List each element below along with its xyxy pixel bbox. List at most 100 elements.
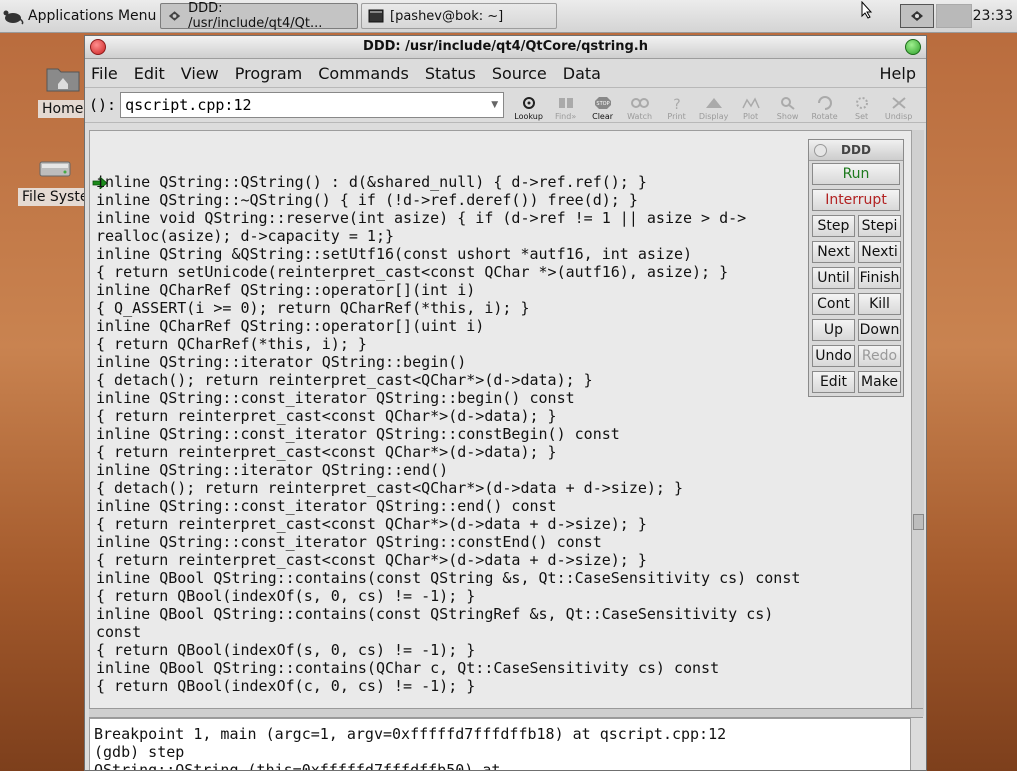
source-line[interactable]: { return QBool(indexOf(c, 0, cs) != -1);…	[96, 677, 800, 695]
stepi-button[interactable]: Stepi	[858, 215, 901, 237]
source-line[interactable]: { return reinterpret_cast<const QChar*>(…	[96, 407, 800, 425]
edit-button[interactable]: Edit	[812, 371, 855, 393]
tool-label: Rotate	[811, 112, 838, 121]
next-button[interactable]: Next	[812, 241, 855, 263]
source-line[interactable]: inline QBool QString::contains(const QSt…	[96, 605, 800, 623]
undo-button[interactable]: Undo	[812, 345, 855, 367]
source-line[interactable]: { return reinterpret_cast<const QChar*>(…	[96, 551, 800, 569]
workspace-2[interactable]	[936, 4, 972, 28]
tool-label: Plot	[743, 112, 759, 121]
source-window[interactable]: inline QString::QString() : d(&shared_nu…	[89, 130, 913, 718]
source-line[interactable]: inline QString::const_iterator QString::…	[96, 425, 800, 443]
chevron-down-icon[interactable]: ▼	[491, 100, 503, 110]
show-button[interactable]: Show	[769, 89, 806, 121]
display-button[interactable]: Display	[695, 89, 732, 121]
clear-icon: STOP	[594, 97, 611, 109]
source-line[interactable]: inline void QString::reserve(int asize) …	[96, 209, 800, 227]
rotate-icon	[817, 96, 832, 110]
finish-button[interactable]: Finish	[858, 267, 901, 289]
menu-data[interactable]: Data	[563, 64, 601, 83]
watch-icon	[630, 98, 649, 108]
source-scrollbar[interactable]	[911, 130, 924, 716]
command-tool-title: DDD	[841, 143, 871, 157]
menu-edit[interactable]: Edit	[134, 64, 165, 83]
menu-help[interactable]: Help	[880, 64, 916, 83]
menu-status[interactable]: Status	[425, 64, 476, 83]
desktop-icon-filesystem[interactable]: File Syste	[18, 156, 93, 206]
clear-button[interactable]: STOP Clear	[584, 89, 621, 121]
source-line[interactable]: inline QString::iterator QString::end()	[96, 461, 800, 479]
argument-input[interactable]	[121, 95, 492, 115]
desktop-icon-home[interactable]: Home	[38, 64, 88, 118]
menu-source[interactable]: Source	[492, 64, 547, 83]
console-line: (gdb) step	[94, 743, 185, 761]
up-button[interactable]: Up	[812, 319, 855, 341]
make-button[interactable]: Make	[858, 371, 901, 393]
source-line[interactable]: inline QString::const_iterator QString::…	[96, 533, 800, 551]
ddd-app-icon	[911, 11, 923, 21]
source-line[interactable]: inline QString::~QString() { if (!d->ref…	[96, 191, 800, 209]
source-line[interactable]: { return setUnicode(reinterpret_cast<con…	[96, 263, 800, 281]
menu-file[interactable]: File	[91, 64, 118, 83]
source-line[interactable]: const	[96, 623, 800, 641]
source-line[interactable]: { detach(); return reinterpret_cast<QCha…	[96, 371, 800, 389]
source-line[interactable]: inline QBool QString::contains(const QSt…	[96, 569, 800, 587]
close-window-button[interactable]	[90, 39, 106, 55]
redo-button[interactable]: Redo	[858, 345, 901, 367]
source-line[interactable]: { return reinterpret_cast<const QChar*>(…	[96, 515, 800, 533]
tool-label: Clear	[592, 112, 614, 121]
set-button[interactable]: Set	[843, 89, 880, 121]
menu-commands[interactable]: Commands	[318, 64, 409, 83]
source-line[interactable]: inline QString::const_iterator QString::…	[96, 389, 800, 407]
clock: 23:33	[972, 8, 1013, 24]
source-line[interactable]: { return QBool(indexOf(s, 0, cs) != -1);…	[96, 587, 800, 605]
kill-button[interactable]: Kill	[858, 293, 901, 315]
gdb-console[interactable]: Breakpoint 1, main (argc=1, argv=0xfffff…	[89, 718, 911, 770]
close-icon[interactable]	[814, 144, 827, 157]
run-button[interactable]: Run	[812, 163, 900, 185]
command-tool-titlebar[interactable]: DDD	[809, 140, 903, 161]
source-line[interactable]: inline QBool QString::contains(QChar c, …	[96, 659, 800, 677]
nexti-button[interactable]: Nexti	[858, 241, 901, 263]
plot-button[interactable]: Plot	[732, 89, 769, 121]
print-button[interactable]: ? Print	[658, 89, 695, 121]
interrupt-button[interactable]: Interrupt	[812, 189, 900, 211]
undisp-button[interactable]: Undisp	[880, 89, 917, 121]
source-line[interactable]: { detach(); return reinterpret_cast<QCha…	[96, 479, 800, 497]
source-line[interactable]: inline QString &QString::setUtf16(const …	[96, 245, 800, 263]
pane-separator[interactable]	[89, 708, 923, 718]
lookup-button[interactable]: Lookup	[510, 89, 547, 121]
lookup-icon	[522, 97, 535, 109]
source-line[interactable]: realloc(asize); d->capacity = 1;}	[96, 227, 800, 245]
source-line[interactable]: { return QCharRef(*this, i); }	[96, 335, 800, 353]
rotate-button[interactable]: Rotate	[806, 89, 843, 121]
desktop-icon-label: Home	[38, 100, 88, 118]
down-button[interactable]: Down	[858, 319, 901, 341]
source-code[interactable]: inline QString::QString() : d(&shared_nu…	[96, 173, 800, 695]
until-button[interactable]: Until	[812, 267, 855, 289]
source-line[interactable]: inline QString::QString() : d(&shared_nu…	[96, 173, 800, 191]
cont-button[interactable]: Cont	[812, 293, 855, 315]
find-button[interactable]: Find»	[547, 89, 584, 121]
scrollbar-thumb[interactable]	[913, 514, 924, 530]
tool-label: Watch	[627, 112, 653, 121]
maximize-window-button[interactable]	[905, 39, 921, 55]
source-line[interactable]: { return reinterpret_cast<const QChar*>(…	[96, 443, 800, 461]
menu-view[interactable]: View	[181, 64, 219, 83]
taskbar-item-terminal[interactable]: [pashev@bok: ~]	[361, 3, 557, 29]
source-line[interactable]: inline QCharRef QString::operator[](uint…	[96, 317, 800, 335]
source-line[interactable]: inline QString::const_iterator QString::…	[96, 497, 800, 515]
applications-menu[interactable]: Applications Menu	[2, 4, 156, 28]
menu-program[interactable]: Program	[235, 64, 303, 83]
source-line[interactable]: { Q_ASSERT(i >= 0); return QCharRef(*thi…	[96, 299, 800, 317]
argument-field[interactable]: ▼	[120, 92, 505, 118]
watch-button[interactable]: Watch	[621, 89, 658, 121]
source-line[interactable]: inline QString::iterator QString::begin(…	[96, 353, 800, 371]
taskbar-item-ddd[interactable]: DDD: /usr/include/qt4/Qt...	[160, 1, 358, 31]
step-button[interactable]: Step	[812, 215, 855, 237]
taskbar-item-label: [pashev@bok: ~]	[390, 8, 504, 24]
source-line[interactable]: { return QBool(indexOf(s, 0, cs) != -1);…	[96, 641, 800, 659]
workspace-1[interactable]	[900, 4, 934, 28]
window-titlebar[interactable]: DDD: /usr/include/qt4/QtCore/qstring.h	[85, 36, 926, 59]
source-line[interactable]: inline QCharRef QString::operator[](int …	[96, 281, 800, 299]
